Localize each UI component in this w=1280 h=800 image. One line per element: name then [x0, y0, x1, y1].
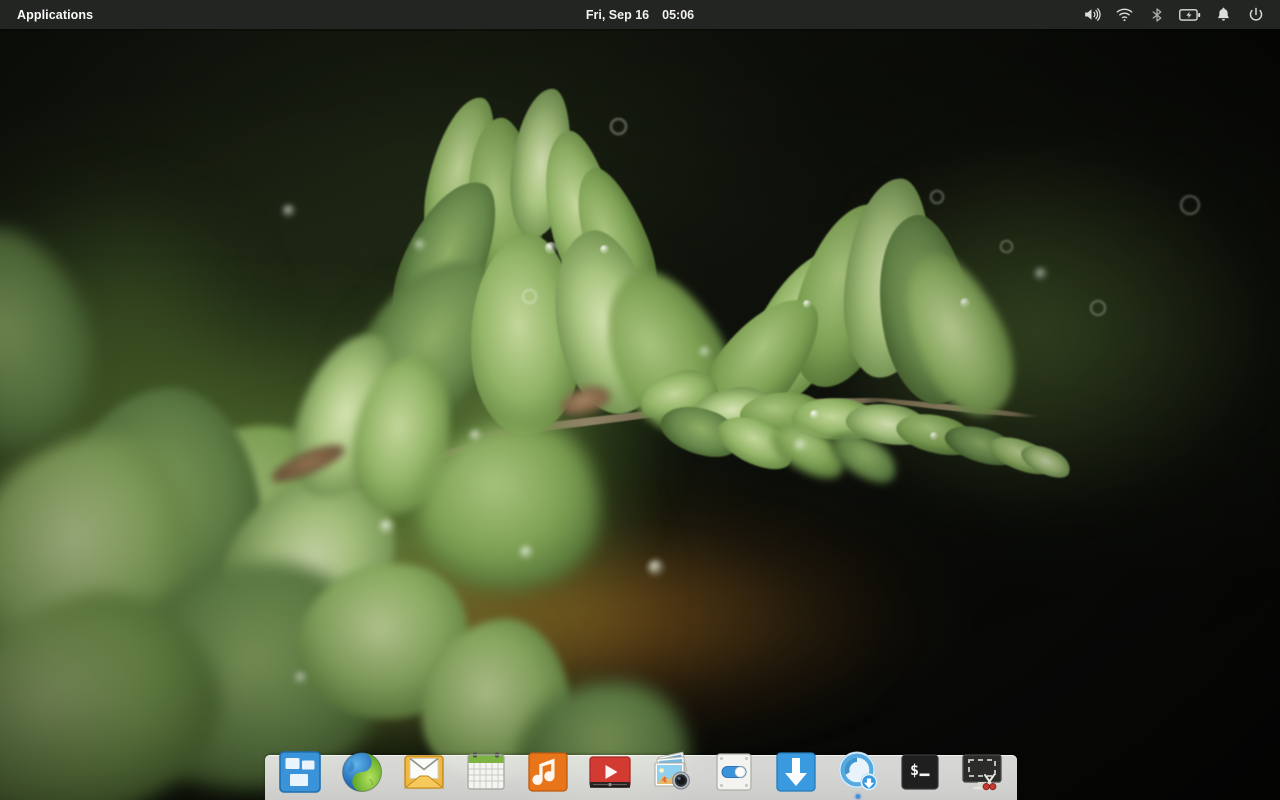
svg-text:$: $: [910, 761, 919, 779]
dock-item-videos[interactable]: [587, 749, 633, 795]
running-indicator: [856, 794, 861, 799]
applications-menu-button[interactable]: Applications: [10, 5, 100, 25]
download-arrow-icon: [773, 749, 819, 795]
calendar-icon: [463, 749, 509, 795]
desktop-wallpaper[interactable]: [0, 0, 1280, 800]
dock-item-screenshot[interactable]: [959, 749, 1005, 795]
dock: $: [265, 755, 1017, 800]
dock-item-downloads[interactable]: [773, 749, 819, 795]
toggle-switch-icon: [711, 749, 757, 795]
volume-icon[interactable]: [1080, 4, 1102, 26]
dock-item-applications[interactable]: [277, 749, 323, 795]
dock-item-terminal[interactable]: $: [897, 749, 943, 795]
panel-left-section: Applications: [0, 5, 100, 25]
dock-item-music[interactable]: [525, 749, 571, 795]
notifications-bell-icon[interactable]: [1212, 4, 1234, 26]
photos-camera-icon: [649, 749, 695, 795]
applications-windows-icon: [277, 749, 323, 795]
envelope-mail-icon: [401, 749, 447, 795]
top-panel: Applications Fri, Sep 16 05:06: [0, 0, 1280, 29]
terminal-prompt-icon: $: [897, 749, 943, 795]
battery-icon[interactable]: [1179, 4, 1201, 26]
dock-item-system-settings[interactable]: [711, 749, 757, 795]
music-note-icon: [525, 749, 571, 795]
globe-browser-icon: [339, 749, 385, 795]
clock-time: 05:06: [662, 8, 694, 22]
clock-button[interactable]: Fri, Sep 16 05:06: [578, 5, 702, 25]
desktop: Applications Fri, Sep 16 05:06: [0, 0, 1280, 800]
dock-item-calendar[interactable]: [463, 749, 509, 795]
wallpaper-vignette: [0, 0, 1280, 800]
panel-tray-section: [1080, 4, 1280, 26]
dock-item-list: $: [265, 740, 1017, 800]
dock-item-web-browser[interactable]: [339, 749, 385, 795]
bluetooth-icon[interactable]: [1146, 4, 1168, 26]
power-icon[interactable]: [1245, 4, 1267, 26]
wifi-icon[interactable]: [1113, 4, 1135, 26]
screenshot-scissors-icon: [959, 749, 1005, 795]
video-play-icon: [587, 749, 633, 795]
clock-date: Fri, Sep 16: [586, 8, 649, 22]
dock-item-photos[interactable]: [649, 749, 695, 795]
appcenter-icon: [835, 749, 881, 795]
dock-item-appcenter[interactable]: [835, 749, 881, 795]
dock-item-mail[interactable]: [401, 749, 447, 795]
